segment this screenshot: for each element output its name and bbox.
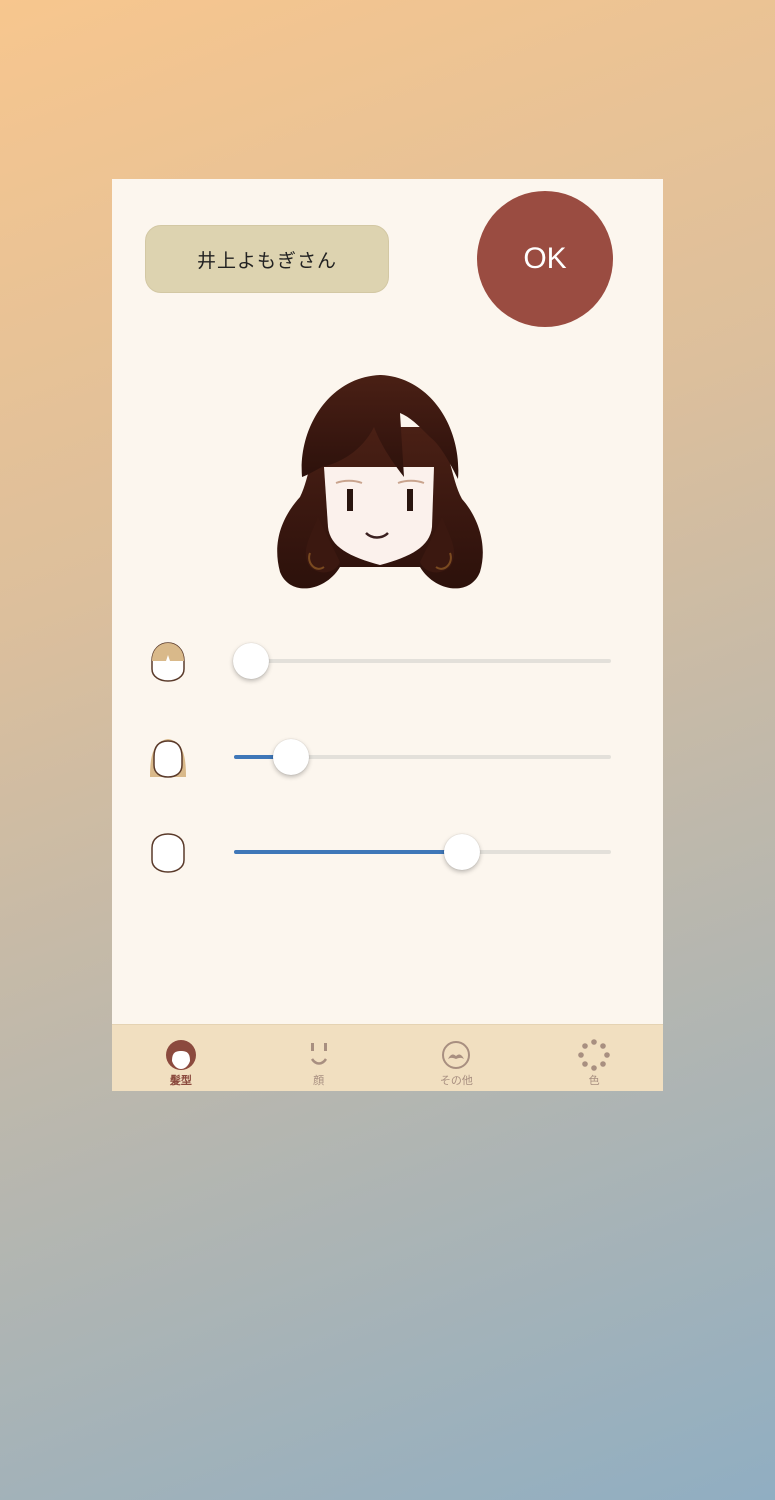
bangs-slider-row [112,631,663,691]
face-shape-slider-thumb[interactable] [444,834,481,870]
bangs-length-icon [151,642,185,682]
avatar-preview [277,375,483,589]
tab-hair-label: 髪型 [169,1074,192,1087]
user-name-badge: 井上よもぎさん [145,225,389,293]
face-shape-slider-fill [234,850,463,854]
hair-icon [165,1040,196,1070]
face-shape-icon [151,833,185,873]
tab-other[interactable]: その他 [388,1025,526,1091]
bottom-tab-bar: 髪型 顔 その他 色 [112,1024,663,1091]
color-palette-icon [578,1039,610,1071]
user-name-label: 井上よもぎさん [196,249,337,272]
face-shape-slider-row [112,822,663,882]
bangs-slider[interactable] [232,643,611,679]
ok-button-label: OK [523,242,567,275]
ok-button[interactable]: OK [477,191,613,327]
bangs-slider-thumb[interactable] [232,643,269,679]
avatar-editor-panel: 井上よもぎさん OK 髪型 顔 その他 色 [112,179,663,1091]
tab-face-label: 顔 [313,1074,325,1087]
face-icon [310,1043,327,1065]
tab-color-label: 色 [588,1074,600,1087]
side-hair-slider-row [112,727,663,787]
tab-face[interactable]: 顔 [250,1025,388,1091]
tab-hair[interactable]: 髪型 [112,1025,250,1091]
face-shape-slider[interactable] [234,834,611,870]
tab-color[interactable]: 色 [525,1025,663,1091]
side-hair-icon [150,739,186,778]
side-hair-slider[interactable] [234,739,611,775]
mustache-icon [442,1041,471,1069]
side-hair-slider-thumb[interactable] [272,739,309,775]
tab-other-label: その他 [439,1074,473,1087]
